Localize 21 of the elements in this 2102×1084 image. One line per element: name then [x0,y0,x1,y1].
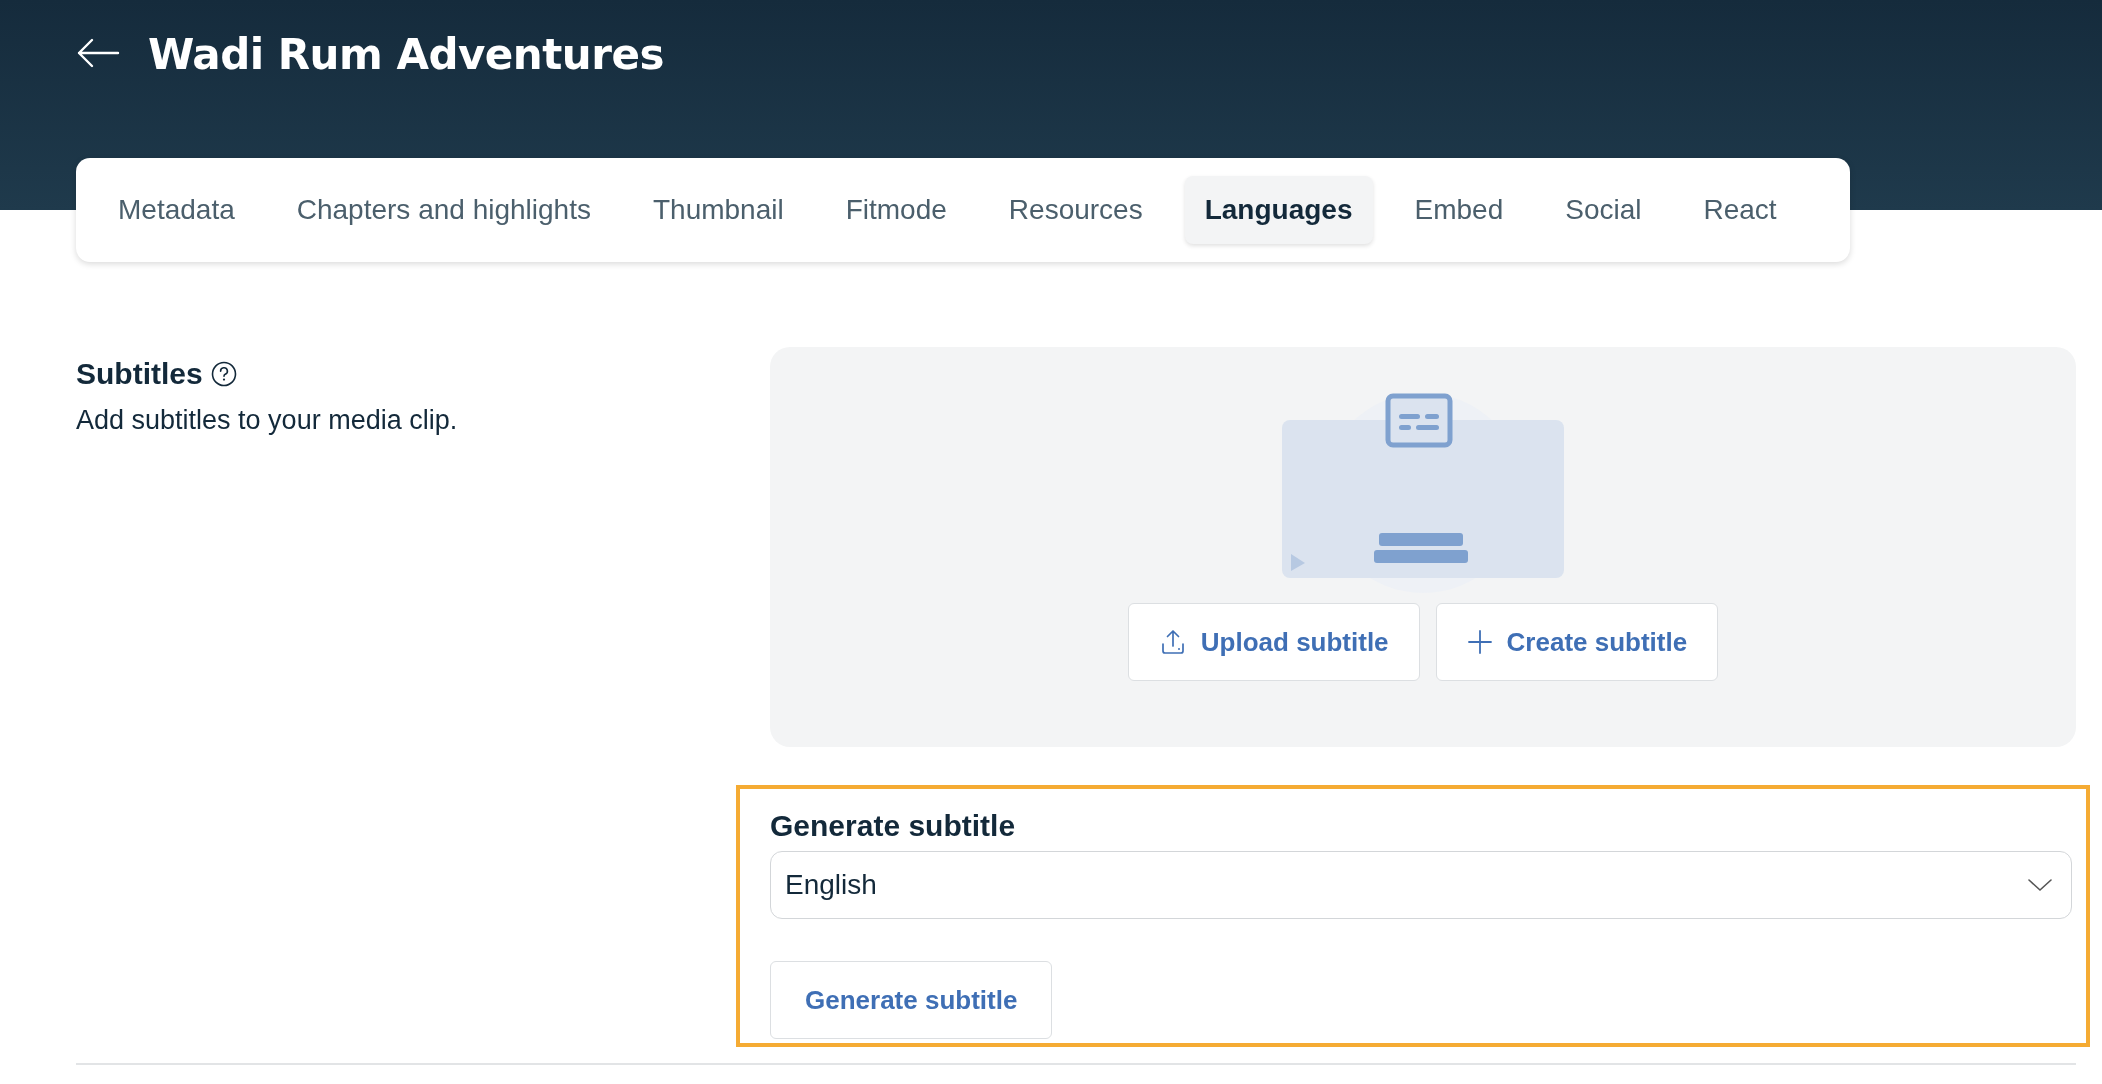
tab[interactable]: Social [1545,176,1662,244]
upload-subtitle-button[interactable]: Upload subtitle [1127,603,1420,681]
create-subtitle-button[interactable]: Create subtitle [1435,603,1719,681]
tab[interactable]: Metadata [98,176,255,244]
back-arrow-icon[interactable] [76,38,120,68]
tab[interactable]: Thumbnail [632,176,804,244]
section-description: Add subtitles to your media clip. [76,405,459,436]
tab[interactable]: Chapters and highlights [276,176,611,244]
section-heading: Subtitles [76,357,203,391]
help-icon[interactable] [210,361,237,387]
language-select[interactable]: English [770,851,2072,919]
tab[interactable]: Resources [988,176,1163,244]
chevron-down-icon [2027,878,2053,892]
tab[interactable]: Languages [1184,176,1373,244]
tab[interactable]: Fitmode [825,176,967,244]
tab[interactable]: Embed [1394,176,1524,244]
generate-subtitle-button[interactable]: Generate subtitle [770,961,1053,1039]
page-title: Wadi Rum Adventures [148,30,664,79]
plus-icon [1466,629,1493,655]
tab[interactable]: React [1683,176,1797,244]
generate-heading: Generate subtitle [770,809,1016,843]
